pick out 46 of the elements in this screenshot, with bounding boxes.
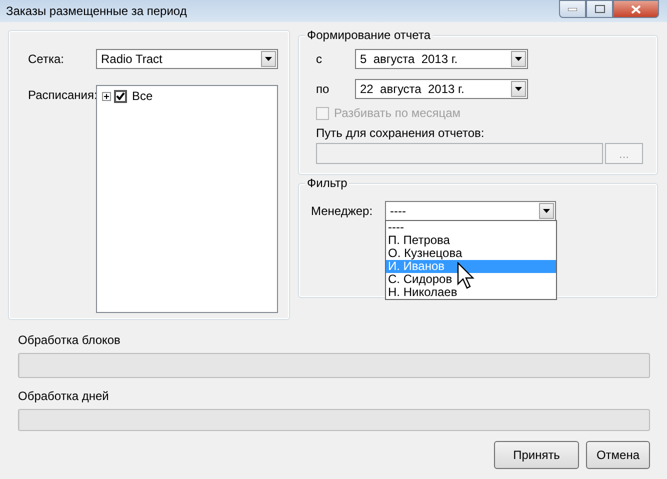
checkbox-label: Разбивать по месяцам bbox=[334, 106, 461, 120]
manager-dropdown[interactable]: ---- bbox=[385, 201, 556, 221]
tree-item[interactable]: Все bbox=[132, 89, 153, 103]
list-option[interactable]: ---- bbox=[386, 221, 556, 234]
expand-icon[interactable] bbox=[102, 92, 111, 100]
caret-icon bbox=[265, 57, 272, 61]
caret-icon bbox=[515, 57, 522, 61]
minimize-button[interactable] bbox=[559, 0, 586, 18]
combo-value: 22 августа 2013 г. bbox=[360, 82, 464, 96]
schedule-tree[interactable]: Все bbox=[96, 85, 278, 313]
dropdown-button[interactable] bbox=[261, 51, 276, 67]
ok-button[interactable]: Принять bbox=[494, 441, 579, 469]
list-option[interactable]: О. Кузнецова bbox=[386, 247, 556, 260]
dropdown-button[interactable] bbox=[511, 51, 526, 67]
dropdown-button[interactable] bbox=[511, 81, 526, 97]
caret-icon bbox=[543, 209, 550, 213]
list-option[interactable]: С. Сидоров bbox=[386, 273, 556, 286]
checkbox[interactable] bbox=[114, 90, 127, 102]
maximize-icon bbox=[594, 5, 604, 13]
dropdown-button[interactable] bbox=[539, 203, 554, 219]
progress-label: Обработка блоков bbox=[18, 333, 122, 347]
field-label: Путь для сохранения отчетов: bbox=[316, 126, 486, 140]
date-picker[interactable]: 5 августа 2013 г. bbox=[355, 49, 528, 69]
field-label: Расписания: bbox=[28, 88, 96, 102]
window-title: Заказы размещенные за период bbox=[6, 4, 187, 18]
cancel-button[interactable]: Отмена bbox=[586, 441, 650, 469]
close-button[interactable] bbox=[613, 0, 659, 18]
combo-value: ---- bbox=[390, 204, 406, 218]
list-option[interactable]: Н. Николаев bbox=[386, 286, 556, 299]
group-title: Фильтр bbox=[305, 176, 350, 190]
grid-dropdown[interactable]: Radio Tract bbox=[96, 49, 278, 69]
group-title: Формирование отчета bbox=[305, 28, 432, 42]
list-option[interactable]: П. Петрова bbox=[386, 234, 556, 247]
progress-label: Обработка дней bbox=[18, 389, 110, 403]
field-label: с bbox=[316, 52, 323, 66]
cursor-icon bbox=[457, 262, 475, 289]
combo-value: Radio Tract bbox=[101, 52, 162, 66]
date-picker[interactable]: 22 августа 2013 г. bbox=[355, 79, 528, 99]
field-label: Менеджер: bbox=[311, 204, 374, 218]
close-icon bbox=[631, 4, 641, 14]
field-label: по bbox=[316, 82, 330, 96]
maximize-button[interactable] bbox=[586, 0, 613, 18]
combo-value: 5 августа 2013 г. bbox=[360, 52, 458, 66]
minimize-icon bbox=[568, 8, 577, 10]
field-label: Сетка: bbox=[28, 52, 65, 66]
caret-icon bbox=[515, 87, 522, 91]
